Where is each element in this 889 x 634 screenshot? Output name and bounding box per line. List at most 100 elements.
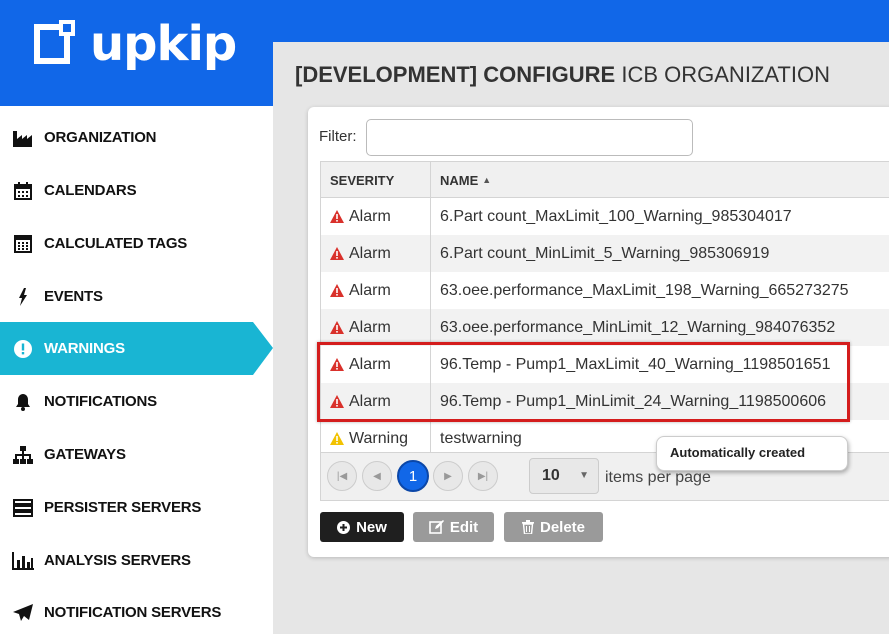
page-size-value: 10 bbox=[542, 467, 560, 484]
bar-chart-icon bbox=[11, 549, 35, 573]
table-row[interactable]: Alarm 6.Part count_MinLimit_5_Warning_98… bbox=[321, 235, 889, 272]
grid-header: SEVERITY NAME ▲ bbox=[321, 162, 889, 198]
page-size-select[interactable]: 10 ▼ bbox=[529, 458, 599, 494]
next-page-icon: ▶ bbox=[444, 470, 452, 482]
alarm-icon bbox=[330, 395, 344, 408]
chevron-down-icon: ▼ bbox=[579, 470, 589, 481]
sidebar-item-warnings[interactable]: WARNINGS bbox=[0, 322, 253, 375]
sitemap-icon bbox=[11, 443, 35, 467]
sidebar-item-label: EVENTS bbox=[44, 288, 103, 305]
column-divider bbox=[430, 162, 431, 452]
severity-text: Alarm bbox=[349, 244, 391, 262]
alarm-icon bbox=[330, 358, 344, 371]
severity-cell: Alarm bbox=[330, 272, 391, 309]
sidebar-item-label: ANALYSIS SERVERS bbox=[44, 552, 191, 569]
bell-icon bbox=[11, 390, 35, 414]
severity-text: Alarm bbox=[349, 355, 391, 373]
name-cell: 96.Temp - Pump1_MinLimit_24_Warning_1198… bbox=[440, 392, 827, 410]
tooltip: Automatically created bbox=[656, 436, 848, 471]
trash-icon bbox=[521, 520, 534, 534]
sidebar: upkip ORGANIZATION CALENDARS CALCULATED … bbox=[0, 0, 273, 634]
delete-button[interactable]: Delete bbox=[504, 512, 603, 542]
sidebar-item-calendars[interactable]: CALENDARS bbox=[0, 164, 273, 217]
first-page-button[interactable]: |◀ bbox=[327, 461, 357, 491]
table-row[interactable]: Alarm 96.Temp - Pump1_MinLimit_24_Warnin… bbox=[321, 383, 889, 420]
logo-mark-icon bbox=[34, 20, 75, 64]
alarm-icon bbox=[330, 210, 344, 223]
edit-button[interactable]: Edit bbox=[413, 512, 494, 542]
column-header-name[interactable]: NAME ▲ bbox=[440, 162, 491, 198]
sidebar-item-label: ORGANIZATION bbox=[44, 129, 157, 146]
alarm-icon bbox=[330, 321, 344, 334]
sidebar-item-analysis-servers[interactable]: ANALYSIS SERVERS bbox=[0, 534, 273, 587]
table-row[interactable]: Alarm 6.Part count_MaxLimit_100_Warning_… bbox=[321, 198, 889, 235]
logo-text: upkip bbox=[90, 16, 237, 72]
sidebar-item-label: NOTIFICATION SERVERS bbox=[44, 604, 222, 621]
edit-button-label: Edit bbox=[449, 518, 479, 536]
sort-ascending-icon: ▲ bbox=[482, 175, 492, 185]
bolt-icon bbox=[11, 285, 35, 309]
severity-text: Alarm bbox=[349, 318, 391, 336]
new-button[interactable]: New bbox=[320, 512, 404, 542]
edit-icon bbox=[429, 520, 444, 534]
severity-cell: Alarm bbox=[330, 346, 391, 383]
name-cell: 63.oee.performance_MinLimit_12_Warning_9… bbox=[440, 318, 836, 336]
warning-icon bbox=[330, 432, 344, 445]
page-title: [DEVELOPMENT] CONFIGURE ICB ORGANIZATION bbox=[295, 62, 830, 88]
filter-input[interactable] bbox=[366, 119, 693, 156]
name-cell: 63.oee.performance_MaxLimit_198_Warning_… bbox=[440, 281, 849, 299]
sidebar-item-label: NOTIFICATIONS bbox=[44, 393, 157, 410]
severity-cell: Alarm bbox=[330, 198, 391, 235]
severity-text: Alarm bbox=[349, 281, 391, 299]
sidebar-item-calculated-tags[interactable]: CALCULATED TAGS bbox=[0, 217, 273, 270]
page-1-button[interactable]: 1 bbox=[397, 460, 429, 492]
column-header-severity[interactable]: SEVERITY bbox=[330, 162, 394, 198]
page-title-bold: [DEVELOPMENT] CONFIGURE bbox=[295, 62, 616, 87]
severity-text: Alarm bbox=[349, 207, 391, 225]
top-bar bbox=[273, 0, 889, 42]
new-button-label: New bbox=[356, 518, 387, 536]
last-page-button[interactable]: ▶| bbox=[468, 461, 498, 491]
calculator-icon bbox=[11, 232, 35, 256]
logo-area: upkip bbox=[0, 0, 273, 106]
prev-page-button[interactable]: ◀ bbox=[362, 461, 392, 491]
name-cell: 96.Temp - Pump1_MaxLimit_40_Warning_1198… bbox=[440, 355, 831, 373]
filter-label: Filter: bbox=[319, 128, 357, 145]
plus-circle-icon bbox=[337, 520, 351, 534]
severity-text: Warning bbox=[349, 429, 408, 447]
next-page-button[interactable]: ▶ bbox=[433, 461, 463, 491]
column-header-name-label: NAME bbox=[440, 172, 479, 188]
severity-text: Alarm bbox=[349, 392, 391, 410]
server-icon bbox=[11, 496, 35, 520]
name-cell: 6.Part count_MinLimit_5_Warning_98530691… bbox=[440, 244, 770, 262]
page-title-org: ICB ORGANIZATION bbox=[621, 62, 830, 87]
sidebar-item-persister-servers[interactable]: PERSISTER SERVERS bbox=[0, 481, 273, 534]
severity-cell: Alarm bbox=[330, 309, 391, 346]
first-page-icon: |◀ bbox=[336, 470, 348, 482]
table-row[interactable]: Alarm 63.oee.performance_MinLimit_12_War… bbox=[321, 309, 889, 346]
sidebar-item-events[interactable]: EVENTS bbox=[0, 270, 273, 323]
factory-icon bbox=[11, 126, 35, 150]
sidebar-item-label: GATEWAYS bbox=[44, 446, 126, 463]
sidebar-item-organization[interactable]: ORGANIZATION bbox=[0, 111, 273, 164]
exclamation-circle-icon bbox=[11, 337, 35, 361]
table-row[interactable]: Alarm 63.oee.performance_MaxLimit_198_Wa… bbox=[321, 272, 889, 309]
prev-page-icon: ◀ bbox=[373, 470, 381, 482]
sidebar-item-label: PERSISTER SERVERS bbox=[44, 499, 202, 516]
active-indicator-arrow bbox=[253, 322, 273, 375]
sidebar-item-gateways[interactable]: GATEWAYS bbox=[0, 428, 273, 481]
paper-plane-icon bbox=[11, 601, 35, 625]
delete-button-label: Delete bbox=[539, 518, 586, 536]
sidebar-item-notifications[interactable]: NOTIFICATIONS bbox=[0, 375, 273, 428]
severity-cell: Alarm bbox=[330, 235, 391, 272]
name-cell: 6.Part count_MaxLimit_100_Warning_985304… bbox=[440, 207, 792, 225]
sidebar-item-notification-servers[interactable]: NOTIFICATION SERVERS bbox=[0, 586, 273, 634]
sidebar-item-label: CALENDARS bbox=[44, 182, 137, 199]
table-row[interactable]: Alarm 96.Temp - Pump1_MaxLimit_40_Warnin… bbox=[321, 346, 889, 383]
alarm-icon bbox=[330, 284, 344, 297]
alarm-icon bbox=[330, 247, 344, 260]
calendar-icon bbox=[11, 179, 35, 203]
sidebar-item-label: WARNINGS bbox=[44, 340, 125, 357]
severity-cell: Alarm bbox=[330, 383, 391, 420]
sidebar-item-label: CALCULATED TAGS bbox=[44, 235, 188, 252]
